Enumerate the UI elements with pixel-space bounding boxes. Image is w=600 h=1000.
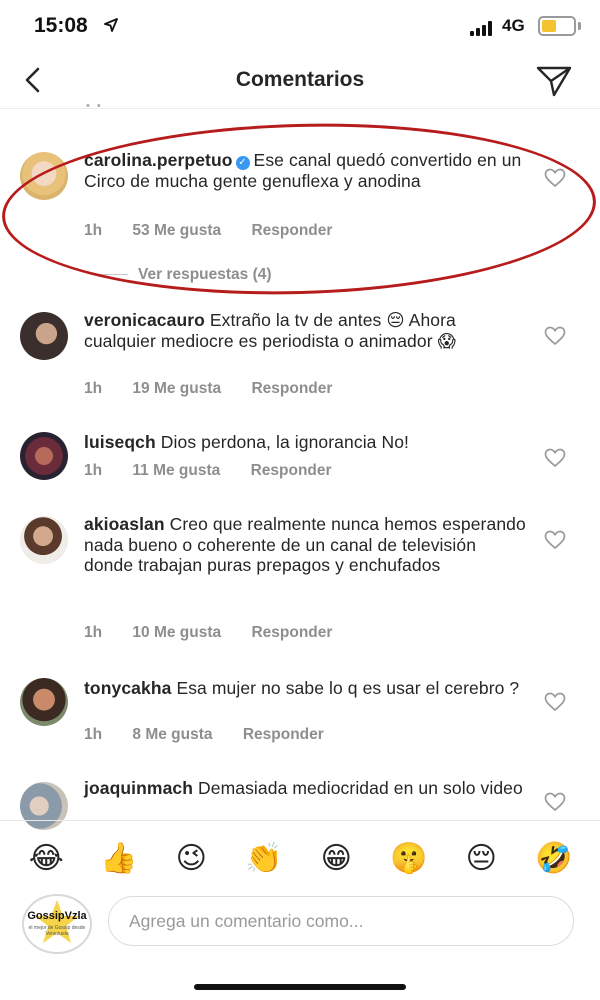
avatar[interactable] — [20, 312, 68, 360]
comment-likes[interactable]: 11 Me gusta — [132, 462, 220, 479]
comment-likes[interactable]: 8 Me gusta — [132, 726, 212, 743]
reply-button[interactable]: Responder — [251, 462, 332, 479]
comment-username[interactable]: tonycakha — [84, 678, 171, 698]
emoji-tears-of-joy-icon[interactable]: 😂 — [22, 841, 70, 876]
emoji-grin-icon[interactable]: 😁 — [312, 841, 360, 876]
more-indicator: • • — [86, 100, 103, 112]
view-replies-button[interactable]: Ver respuestas (4) — [100, 266, 272, 284]
comment-time: 1h — [84, 380, 103, 397]
reply-button[interactable]: Responder — [251, 222, 332, 239]
comment-text: luiseqch Dios perdona, la ignorancia No! — [84, 432, 528, 453]
comment-composer: GossipVzla el mejor de Gossip desde Vene… — [0, 890, 600, 960]
comment-time: 1h — [84, 222, 103, 239]
highlight-annotation — [0, 116, 599, 302]
emoji-thumbs-up-icon[interactable]: 👍 — [95, 841, 143, 876]
avatar[interactable] — [20, 152, 68, 200]
comment-text: tonycakha Esa mujer no sabe lo q es usar… — [84, 678, 528, 699]
reply-button[interactable]: Responder — [243, 726, 324, 743]
avatar-tagline-text: el mejor de Gossip desde Venezuela — [28, 925, 86, 937]
comment-input[interactable] — [108, 896, 574, 946]
star-logo-icon — [35, 900, 79, 943]
avatar[interactable] — [20, 678, 68, 726]
comment-likes[interactable]: 19 Me gusta — [132, 380, 221, 397]
home-indicator — [194, 984, 406, 990]
heart-icon[interactable] — [544, 326, 566, 346]
heart-icon[interactable] — [544, 168, 566, 188]
own-avatar[interactable]: GossipVzla el mejor de Gossip desde Vene… — [22, 894, 92, 954]
paper-plane-icon[interactable] — [536, 64, 572, 98]
battery-cap — [578, 22, 581, 30]
comment-likes[interactable]: 10 Me gusta — [132, 624, 221, 641]
comment-text: akioaslan Creo que realmente nunca hemos… — [84, 514, 528, 576]
location-arrow-icon — [104, 18, 118, 32]
emoji-wink-icon[interactable]: 😉 — [167, 841, 215, 876]
comment-meta: 1h 11 Me gusta Responder — [84, 462, 358, 480]
comment-meta: 1h 19 Me gusta Responder — [84, 380, 358, 398]
comment-username[interactable]: joaquinmach — [84, 778, 193, 798]
emoji-rofl-icon[interactable]: 🤣 — [530, 841, 578, 876]
avatar[interactable] — [20, 782, 68, 830]
comment-text: veronicacauro Extraño la tv de antes 😔 A… — [84, 310, 528, 351]
comment-time: 1h — [84, 462, 103, 479]
comment-username[interactable]: veronicacauro — [84, 310, 205, 330]
emoji-bar: 😂 👍 😉 👏 😁 🤫 😔 🤣 — [0, 830, 600, 886]
reply-button[interactable]: Responder — [251, 624, 332, 641]
emoji-clapping-icon[interactable]: 👏 — [240, 841, 288, 876]
verified-badge-icon: ✓ — [235, 156, 250, 170]
heart-icon[interactable] — [544, 792, 566, 812]
composer-divider — [0, 820, 600, 821]
comment-text: carolina.perpetuo ✓ Ese canal quedó conver… — [84, 150, 528, 191]
avatar[interactable] — [20, 516, 68, 564]
comment-username[interactable]: akioaslan — [84, 514, 165, 534]
emoji-shush-icon[interactable]: 🤫 — [385, 841, 433, 876]
battery-icon — [538, 16, 576, 36]
status-time: 15:08 — [34, 14, 88, 37]
comment-likes[interactable]: 53 Me gusta — [132, 222, 221, 239]
avatar-brand-text: GossipVzla — [27, 910, 87, 922]
avatar[interactable] — [20, 432, 68, 480]
network-label: 4G — [502, 16, 525, 35]
heart-icon[interactable] — [544, 530, 566, 550]
comment-meta: 1h 8 Me gusta Responder — [84, 726, 350, 744]
comment-username[interactable]: carolina.perpetuo — [84, 150, 233, 170]
comment-meta: 1h 10 Me gusta Responder — [84, 624, 358, 642]
comment-time: 1h — [84, 726, 103, 743]
comment-body: Demasiada mediocridad en un solo video — [198, 778, 523, 798]
comment-username[interactable]: luiseqch — [84, 432, 156, 452]
reply-button[interactable]: Responder — [251, 380, 332, 397]
comment-body: Esa mujer no sabe lo q es usar el cerebr… — [176, 678, 520, 698]
comment-text: joaquinmach Demasiada mediocridad en un … — [84, 778, 528, 799]
comment-meta: 1h 53 Me gusta Responder — [84, 222, 358, 240]
heart-icon[interactable] — [544, 448, 566, 468]
emoji-pensive-icon[interactable]: 😔 — [457, 841, 505, 876]
comment-time: 1h — [84, 624, 103, 641]
status-bar: 15:08 4G — [0, 0, 600, 52]
page-title: Comentarios — [235, 68, 365, 91]
comment-body: Dios perdona, la ignorancia No! — [160, 432, 410, 452]
signal-icon — [470, 20, 496, 36]
heart-icon[interactable] — [544, 692, 566, 712]
